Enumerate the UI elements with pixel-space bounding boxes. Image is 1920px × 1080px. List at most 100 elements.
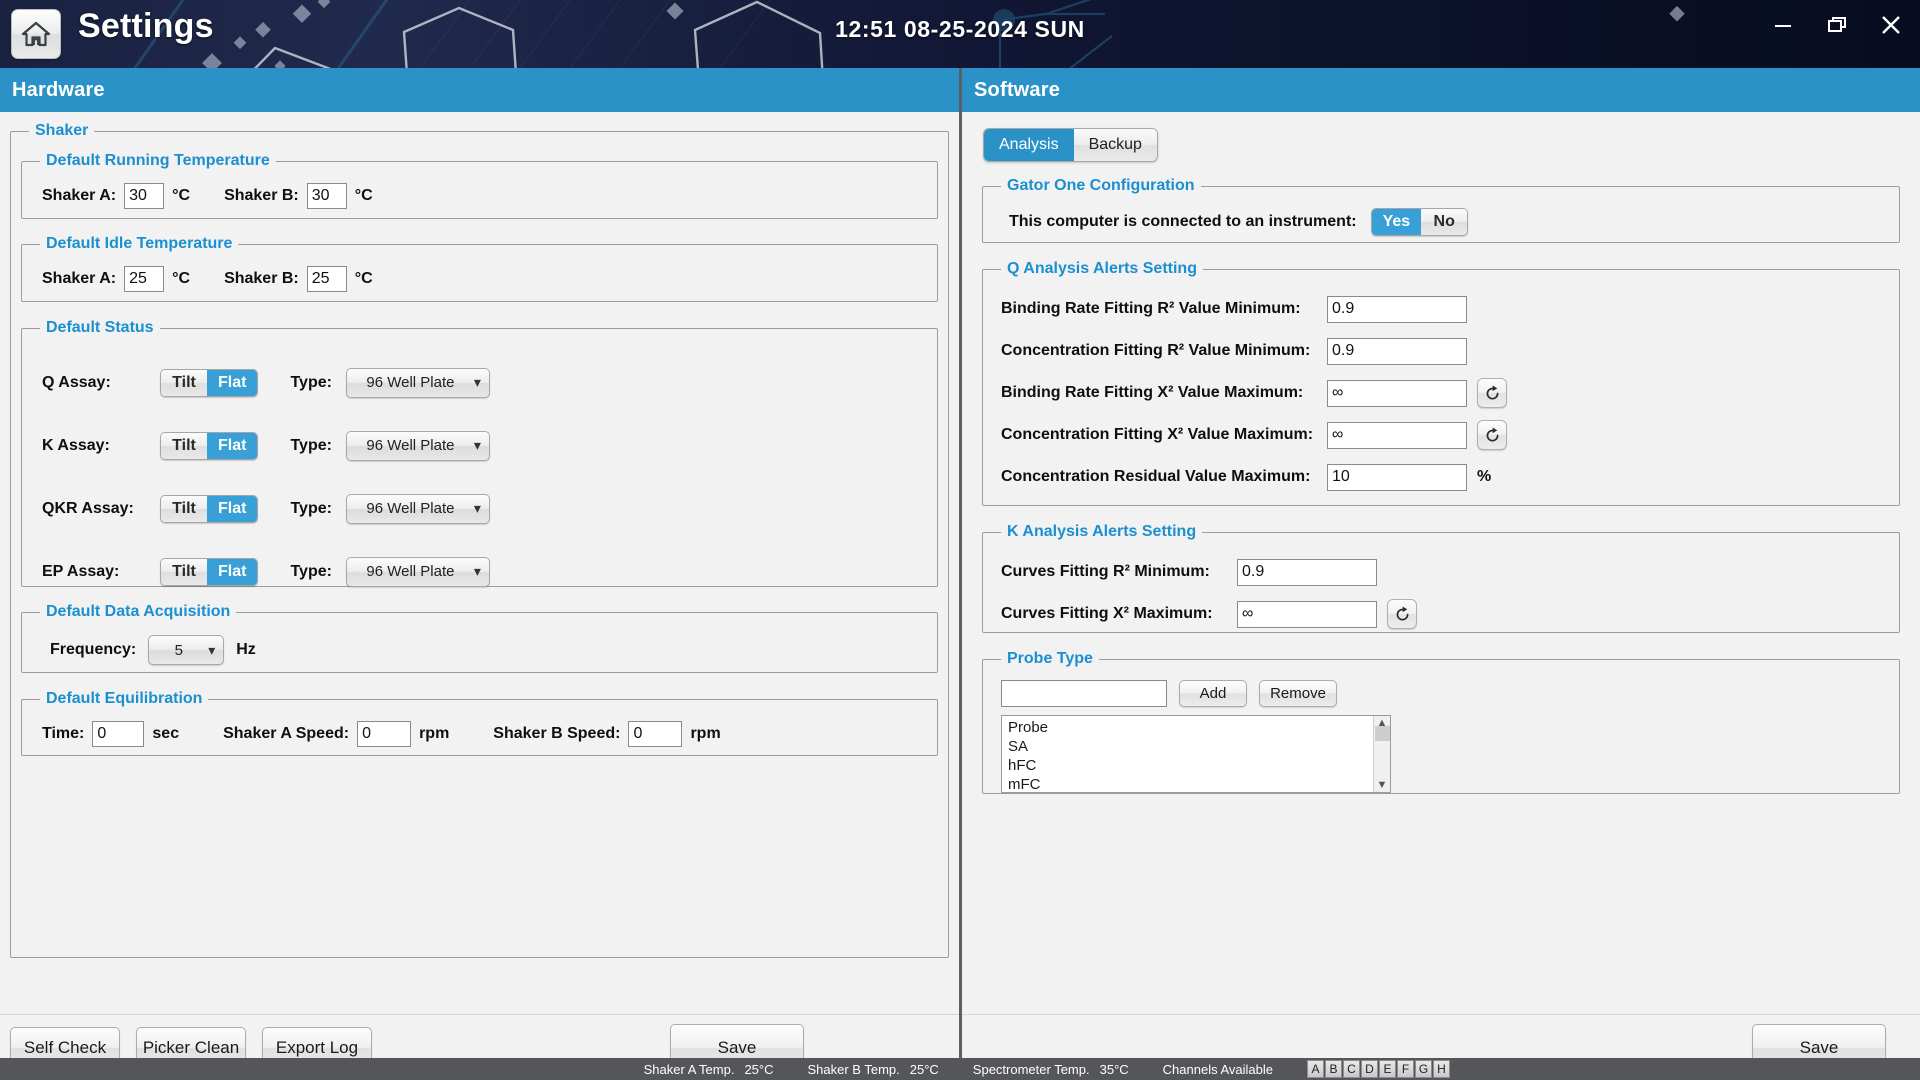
restore-icon bbox=[1828, 17, 1846, 32]
software-panel-body: Analysis Backup Gator One Configuration T… bbox=[962, 112, 1920, 1014]
instrument-connected-no[interactable]: No bbox=[1421, 209, 1468, 235]
equil-shaker-a-input[interactable] bbox=[357, 721, 412, 747]
idle-shaker-a-input[interactable] bbox=[124, 266, 165, 292]
hardware-panel-header: Hardware bbox=[0, 68, 959, 112]
probe-remove-button[interactable]: Remove bbox=[1259, 680, 1337, 707]
window-controls bbox=[1768, 10, 1906, 40]
running-shaker-b-label: Shaker B: bbox=[224, 187, 299, 204]
probe-list-item[interactable]: Probe bbox=[1008, 718, 1373, 737]
assay-tilt-option[interactable]: Tilt bbox=[161, 369, 207, 396]
channel-badge[interactable]: A bbox=[1307, 1060, 1324, 1078]
assay-tilt-flat-toggle[interactable]: Tilt Flat bbox=[160, 494, 259, 523]
channel-badge[interactable]: D bbox=[1361, 1060, 1378, 1078]
probe-list-item[interactable]: SA bbox=[1008, 737, 1373, 756]
assay-tilt-flat-toggle[interactable]: Tilt Flat bbox=[160, 431, 259, 460]
instrument-connected-toggle[interactable]: Yes No bbox=[1370, 208, 1469, 236]
equil-time-unit: sec bbox=[152, 725, 180, 742]
q-alert-label: Concentration Residual Value Maximum: bbox=[1001, 468, 1311, 485]
shaker-group-legend: Shaker bbox=[35, 122, 89, 139]
frequency-dropdown[interactable]: 5 ▾ bbox=[148, 635, 225, 665]
probe-add-button[interactable]: Add bbox=[1179, 680, 1247, 707]
shaker-group: Shaker Default Running Temperature Shake… bbox=[10, 122, 949, 958]
equil-shaker-a-unit: rpm bbox=[419, 725, 450, 742]
running-shaker-a-label: Shaker A: bbox=[42, 187, 117, 204]
q-alert-input[interactable] bbox=[1327, 337, 1467, 365]
k-alert-label: Curves Fitting X² Maximum: bbox=[1001, 605, 1213, 622]
instrument-connected-yes[interactable]: Yes bbox=[1371, 209, 1422, 235]
minimize-button[interactable] bbox=[1768, 10, 1798, 40]
frequency-unit: Hz bbox=[236, 641, 256, 658]
assay-status-row: EP Assay: Tilt Flat Type: 96 Well Plate ▾ bbox=[42, 540, 927, 603]
channel-badge[interactable]: G bbox=[1415, 1060, 1432, 1078]
channel-badge[interactable]: C bbox=[1343, 1060, 1360, 1078]
probe-type-listbox[interactable]: Probe SA hFC mFC ▲ ▼ bbox=[1001, 715, 1391, 793]
equilibration-legend: Default Equilibration bbox=[46, 690, 203, 707]
q-alert-input[interactable] bbox=[1327, 463, 1467, 491]
q-alert-unit: % bbox=[1477, 468, 1492, 485]
q-alert-input[interactable] bbox=[1327, 379, 1467, 407]
assay-plate-dropdown[interactable]: 96 Well Plate ▾ bbox=[345, 556, 490, 587]
status-bar-items: Shaker A Temp. 25°C Shaker B Temp. 25°C Spec… bbox=[644, 1062, 1307, 1077]
channel-badge[interactable]: E bbox=[1379, 1060, 1396, 1078]
frequency-value: 5 bbox=[174, 641, 183, 659]
idle-shaker-b-input[interactable] bbox=[306, 266, 347, 292]
reset-to-default-button[interactable] bbox=[1387, 599, 1417, 629]
main-content: Hardware Shaker Default Running Temperat… bbox=[0, 68, 1920, 1080]
status-item-key: Spectrometer Temp. bbox=[972, 1061, 1090, 1077]
probe-list-item[interactable]: hFC bbox=[1008, 756, 1373, 775]
hardware-panel-body: Shaker Default Running Temperature Shake… bbox=[0, 112, 959, 1014]
chevron-down-icon: ▾ bbox=[473, 437, 481, 453]
channel-badge[interactable]: F bbox=[1397, 1060, 1414, 1078]
running-temperature-legend: Default Running Temperature bbox=[46, 152, 270, 169]
probe-type-input[interactable] bbox=[1001, 680, 1167, 707]
assay-flat-option[interactable]: Flat bbox=[207, 369, 258, 396]
tab-analysis[interactable]: Analysis bbox=[984, 129, 1074, 161]
q-alert-row: Binding Rate Fitting X² Value Maximum: bbox=[1001, 372, 1889, 414]
q-alert-input[interactable] bbox=[1327, 421, 1467, 449]
reset-to-default-button[interactable] bbox=[1477, 378, 1507, 408]
equil-time-input[interactable] bbox=[92, 721, 145, 747]
reset-to-default-button[interactable] bbox=[1477, 420, 1507, 450]
assay-tilt-flat-toggle[interactable]: Tilt Flat bbox=[160, 557, 259, 586]
gator-one-group: Gator One Configuration This computer is… bbox=[982, 177, 1900, 243]
channel-badge[interactable]: H bbox=[1433, 1060, 1450, 1078]
assay-flat-option[interactable]: Flat bbox=[207, 432, 258, 459]
k-alert-input[interactable] bbox=[1237, 558, 1377, 586]
assay-flat-option[interactable]: Flat bbox=[207, 495, 258, 522]
software-panel-header: Software bbox=[962, 68, 1920, 112]
probe-type-scrollbar[interactable]: ▲ ▼ bbox=[1373, 716, 1390, 792]
assay-flat-option[interactable]: Flat bbox=[207, 558, 258, 585]
probe-list-item[interactable]: mFC bbox=[1008, 775, 1373, 792]
chevron-down-icon: ▾ bbox=[473, 374, 481, 390]
running-shaker-b-input[interactable] bbox=[306, 183, 347, 209]
status-item-key: Channels Available bbox=[1162, 1061, 1273, 1077]
restore-button[interactable] bbox=[1822, 10, 1852, 40]
status-bar-item: Shaker B Temp. 25°C bbox=[807, 1062, 938, 1077]
assay-plate-dropdown[interactable]: 96 Well Plate ▾ bbox=[345, 493, 490, 524]
q-alert-label: Binding Rate Fitting X² Value Maximum: bbox=[1001, 384, 1304, 401]
assay-tilt-option[interactable]: Tilt bbox=[161, 432, 207, 459]
assay-plate-dropdown[interactable]: 96 Well Plate ▾ bbox=[345, 367, 490, 398]
status-item-value: 25°C bbox=[744, 1061, 774, 1077]
tab-backup[interactable]: Backup bbox=[1073, 129, 1157, 161]
assay-plate-dropdown[interactable]: 96 Well Plate ▾ bbox=[345, 430, 490, 461]
status-item-value: 35°C bbox=[1099, 1061, 1129, 1077]
idle-temperature-legend: Default Idle Temperature bbox=[46, 235, 233, 252]
k-analysis-alerts-group: K Analysis Alerts Setting Curves Fitting… bbox=[982, 523, 1900, 633]
running-shaker-a-input[interactable] bbox=[124, 183, 165, 209]
close-icon bbox=[1882, 16, 1900, 34]
chevron-down-icon: ▾ bbox=[473, 500, 481, 516]
scrollbar-thumb[interactable] bbox=[1374, 725, 1390, 741]
assay-type-label: Type: bbox=[290, 562, 332, 580]
k-alert-input[interactable] bbox=[1237, 600, 1377, 628]
q-alert-input[interactable] bbox=[1327, 295, 1467, 323]
assay-tilt-flat-toggle[interactable]: Tilt Flat bbox=[160, 368, 259, 397]
close-button[interactable] bbox=[1876, 10, 1906, 40]
equil-shaker-b-input[interactable] bbox=[628, 721, 683, 747]
scroll-down-icon[interactable]: ▼ bbox=[1377, 778, 1388, 792]
status-item-value: 25°C bbox=[909, 1061, 939, 1077]
assay-tilt-option[interactable]: Tilt bbox=[161, 558, 207, 585]
equil-shaker-a-label: Shaker A Speed: bbox=[223, 725, 350, 742]
channel-badge[interactable]: B bbox=[1325, 1060, 1342, 1078]
assay-tilt-option[interactable]: Tilt bbox=[161, 495, 207, 522]
